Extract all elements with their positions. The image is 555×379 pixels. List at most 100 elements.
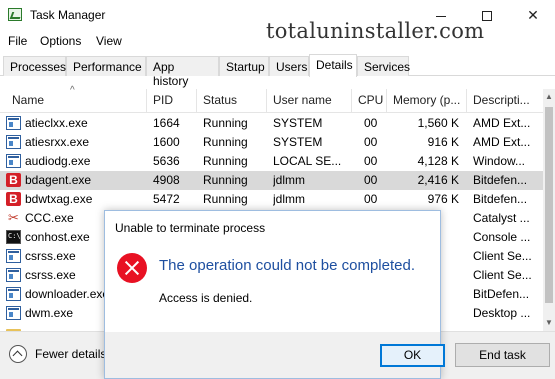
table-row[interactable]: Bbdwtxag.exe 5472 Running jdlmm 00 976 K Bitde… (0, 190, 543, 209)
column-pid[interactable]: PID (153, 93, 173, 107)
app-window-icon (6, 116, 21, 130)
maximize-button[interactable] (464, 0, 510, 30)
app-window-icon (6, 268, 21, 282)
table-row[interactable]: atiesrxx.exe 1600 Running SYSTEM 00 916 K AMD … (0, 133, 543, 152)
cell-memory: 2,416 K (417, 173, 459, 187)
fewer-details-label: Fewer details (35, 347, 107, 361)
error-dialog: Unable to terminate process The operatio… (104, 210, 445, 379)
tab-details[interactable]: Details (309, 54, 357, 77)
maximize-icon (482, 11, 492, 22)
cell-status: Running (203, 116, 248, 130)
table-header: ^ Name PID Status User name CPU Memory (… (0, 85, 543, 113)
cell-cpu: 00 (364, 116, 378, 130)
cell-user-name: jdlmm (273, 173, 305, 187)
menu-options[interactable]: Options (40, 34, 81, 48)
dialog-message: Access is denied. (159, 291, 253, 305)
tab-strip: Processes Performance App history Startu… (0, 54, 555, 88)
console-icon (6, 230, 21, 244)
close-button[interactable]: ✕ (510, 0, 555, 30)
cell-name: bdwtxag.exe (25, 192, 93, 206)
dialog-footer: OK (105, 332, 445, 378)
cell-memory: 976 K (427, 192, 459, 206)
cell-user-name: LOCAL SE... (273, 154, 342, 168)
catalyst-icon: ✂ (8, 210, 19, 225)
cell-status: Running (203, 192, 248, 206)
column-divider[interactable] (266, 89, 267, 113)
dialog-title: Unable to terminate process (115, 221, 266, 235)
cell-user-name: SYSTEM (273, 135, 323, 149)
vertical-scrollbar[interactable]: ▲ ▼ (543, 89, 555, 331)
column-divider[interactable] (351, 89, 352, 113)
app-window-icon (6, 135, 21, 149)
cell-description: Console ... (473, 230, 531, 244)
tab-processes[interactable]: Processes (3, 56, 66, 76)
column-user-name[interactable]: User name (273, 93, 332, 107)
cell-status: Running (203, 173, 248, 187)
cell-cpu: 00 (364, 135, 378, 149)
cell-status: Running (203, 135, 248, 149)
tab-startup[interactable]: Startup (219, 56, 269, 76)
cell-cpu: 00 (364, 154, 378, 168)
cell-memory: 916 K (427, 135, 459, 149)
column-memory[interactable]: Memory (p... (393, 93, 460, 107)
tab-users[interactable]: Users (269, 56, 309, 76)
app-window-icon (6, 154, 21, 168)
cell-description: Client Se... (473, 268, 532, 282)
title-bar: Task Manager totaluninstaller.com ✕ (0, 0, 555, 43)
task-manager-icon (8, 8, 22, 21)
cell-description: Client Se... (473, 249, 532, 263)
cell-description: Desktop ... (473, 306, 531, 320)
cell-pid: 1600 (153, 135, 180, 149)
cell-description: AMD Ext... (473, 135, 531, 149)
cell-name: atieclxx.exe (25, 116, 88, 130)
minimize-button[interactable] (418, 0, 464, 30)
cell-pid: 1664 (153, 116, 180, 130)
cell-pid: 5636 (153, 154, 180, 168)
table-row[interactable]: audiodg.exe 5636 Running LOCAL SE... 00 4,128… (0, 152, 543, 171)
cell-description: AMD Ext... (473, 116, 531, 130)
cell-status: Running (203, 154, 248, 168)
cell-name: bdagent.exe (25, 173, 92, 187)
cell-name: audiodg.exe (25, 154, 91, 168)
column-divider[interactable] (386, 89, 387, 113)
column-cpu[interactable]: CPU (358, 93, 383, 107)
scroll-up-arrow-icon[interactable]: ▲ (543, 89, 555, 105)
app-window-icon (6, 306, 21, 320)
end-task-button[interactable]: End task (455, 343, 550, 367)
column-divider[interactable] (146, 89, 147, 113)
app-window-icon (6, 249, 21, 263)
menu-file[interactable]: File (8, 34, 27, 48)
tab-app-history[interactable]: App history (146, 56, 219, 88)
cell-cpu: 00 (364, 192, 378, 206)
column-divider[interactable] (196, 89, 197, 113)
cell-cpu: 00 (364, 173, 378, 187)
cell-user-name: SYSTEM (273, 116, 323, 130)
dialog-main-instruction: The operation could not be completed. (159, 257, 416, 274)
cell-pid: 4908 (153, 173, 180, 187)
cell-user-name: jdlmm (273, 192, 305, 206)
column-name[interactable]: Name (12, 93, 44, 107)
cell-memory: 1,560 K (417, 116, 459, 130)
bitdefender-icon: B (6, 192, 21, 206)
tab-performance[interactable]: Performance (66, 56, 146, 76)
ok-button[interactable]: OK (380, 344, 445, 367)
cell-description: Bitdefen... (473, 192, 528, 206)
column-description[interactable]: Descripti... (473, 93, 530, 107)
bitdefender-icon: B (6, 173, 21, 187)
cell-pid: 5472 (153, 192, 180, 206)
cell-name: atiesrxx.exe (25, 135, 90, 149)
sort-ascending-icon: ^ (70, 85, 75, 96)
scroll-down-arrow-icon[interactable]: ▼ (543, 315, 555, 331)
tab-services[interactable]: Services (357, 56, 410, 76)
menu-view[interactable]: View (96, 34, 122, 48)
cell-description: Bitdefen... (473, 173, 528, 187)
column-divider[interactable] (466, 89, 467, 113)
scroll-thumb[interactable] (545, 107, 553, 303)
table-row[interactable]: atieclxx.exe 1664 Running SYSTEM 00 1,560 K AM… (0, 114, 543, 133)
table-row[interactable]: Bbdagent.exe 4908 Running jdlmm 00 2,416 K Bit… (0, 171, 543, 190)
chevron-up-icon (9, 345, 27, 363)
column-status[interactable]: Status (203, 93, 237, 107)
window-title: Task Manager (30, 8, 106, 22)
cell-memory: 4,128 K (417, 154, 459, 168)
close-icon: ✕ (527, 7, 539, 23)
